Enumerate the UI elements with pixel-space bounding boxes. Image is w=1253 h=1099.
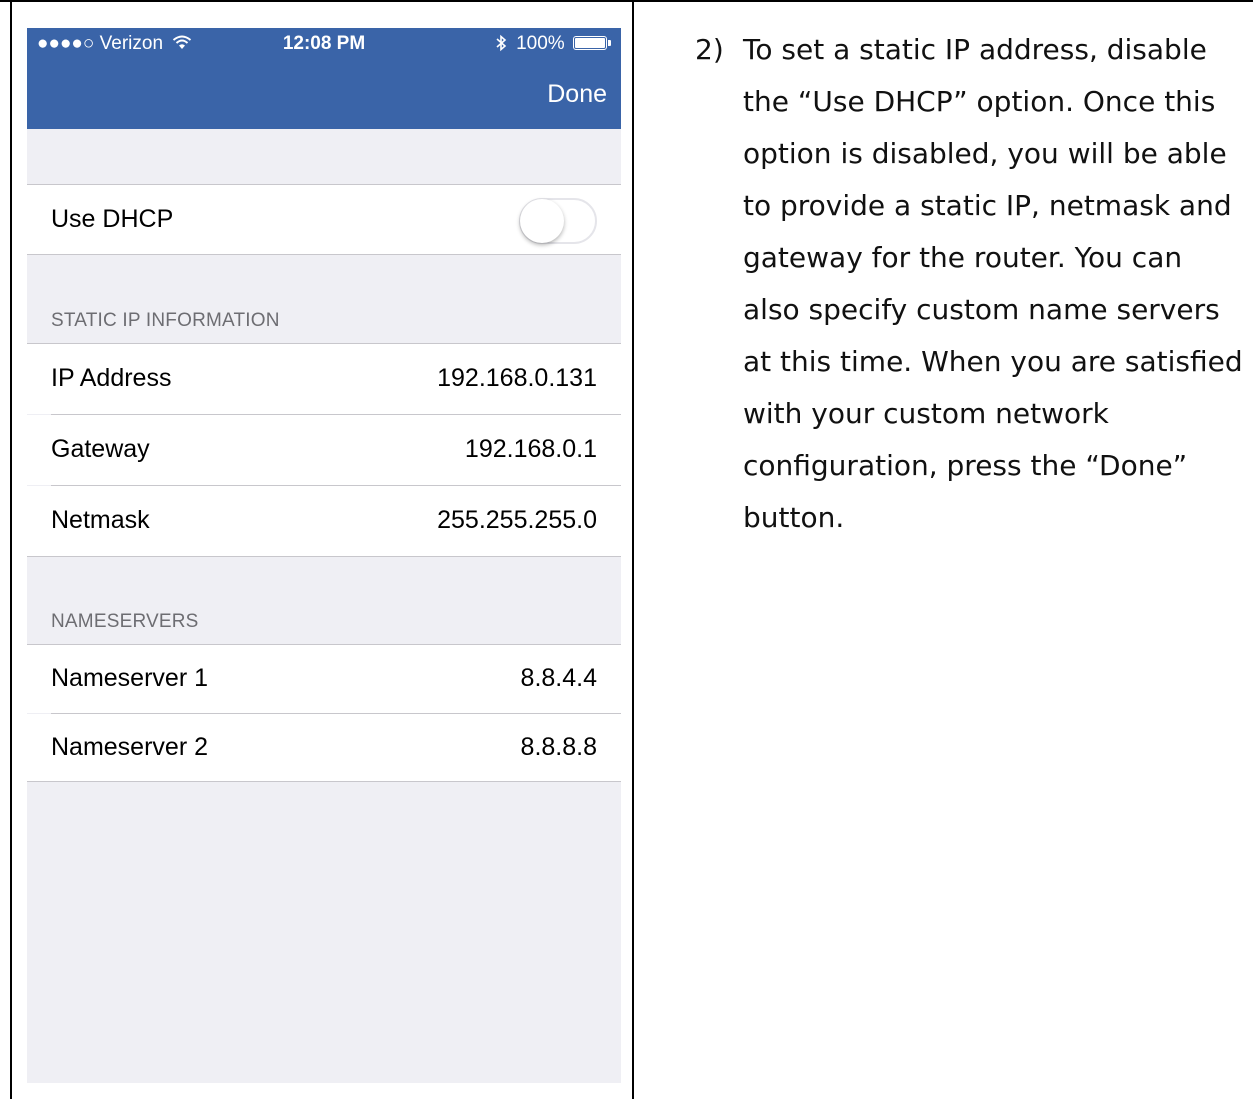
nameserver-2-label: Nameserver 2 <box>51 733 208 761</box>
nameservers-section-header: NAMESERVERS <box>51 611 199 632</box>
table-left-border <box>10 0 12 1099</box>
separator <box>27 556 621 557</box>
use-dhcp-label: Use DHCP <box>51 205 174 233</box>
table-column-divider <box>632 0 634 1099</box>
step-text: To set a static IP address, disable the … <box>743 33 1243 534</box>
navigation-bar: ●●●●○ Verizon 12:08 PM 100% Done <box>27 28 621 129</box>
nameserver-1-value[interactable]: 8.8.4.4 <box>521 664 597 693</box>
gateway-row[interactable]: Gateway 192.168.0.1 <box>27 415 621 485</box>
ip-address-label: IP Address <box>51 364 172 392</box>
nameserver-1-label: Nameserver 1 <box>51 664 208 692</box>
use-dhcp-row: Use DHCP <box>27 185 621 254</box>
netmask-label: Netmask <box>51 506 150 534</box>
use-dhcp-toggle[interactable] <box>519 198 597 244</box>
table-top-border <box>0 0 1253 2</box>
ip-address-row[interactable]: IP Address 192.168.0.131 <box>27 344 621 414</box>
bluetooth-icon <box>496 34 507 52</box>
static-ip-section-header: STATIC IP INFORMATION <box>51 310 280 331</box>
gateway-value[interactable]: 192.168.0.1 <box>465 435 597 464</box>
nameserver-2-value[interactable]: 8.8.8.8 <box>521 733 597 762</box>
step-number: 2) <box>695 33 724 66</box>
nameserver-1-row[interactable]: Nameserver 1 8.8.4.4 <box>27 645 621 713</box>
separator <box>27 781 621 782</box>
done-button[interactable]: Done <box>547 80 607 109</box>
battery-percent: 100% <box>516 33 565 54</box>
phone-screenshot: ●●●●○ Verizon 12:08 PM 100% Done Use DHC… <box>27 28 621 1083</box>
status-bar: ●●●●○ Verizon 12:08 PM 100% <box>27 28 621 60</box>
status-right: 100% <box>495 33 611 55</box>
toggle-knob <box>520 199 564 243</box>
netmask-value[interactable]: 255.255.255.0 <box>437 506 597 535</box>
separator <box>27 254 621 255</box>
gateway-label: Gateway <box>51 435 150 463</box>
ip-address-value[interactable]: 192.168.0.131 <box>437 364 597 393</box>
netmask-row[interactable]: Netmask 255.255.255.0 <box>27 486 621 556</box>
battery-icon <box>573 36 611 50</box>
nameserver-2-row[interactable]: Nameserver 2 8.8.8.8 <box>27 714 621 781</box>
